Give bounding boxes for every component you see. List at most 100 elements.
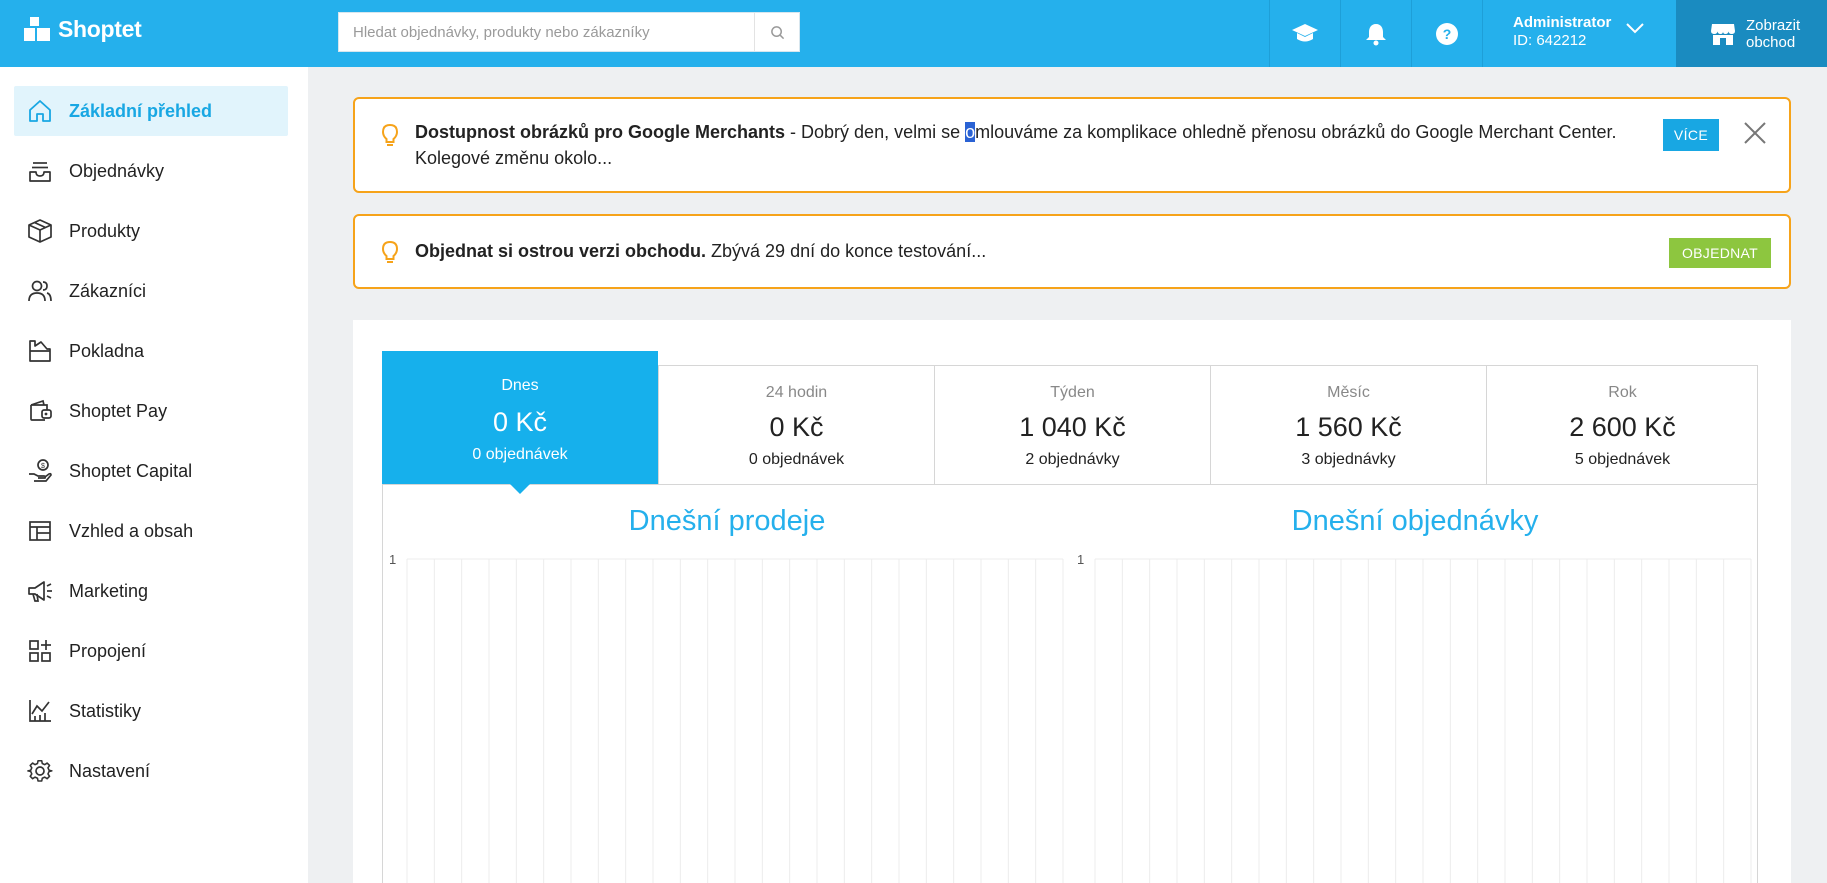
sidebar-item-label: Propojení xyxy=(69,640,147,661)
search-input[interactable] xyxy=(339,13,754,51)
sidebar-item-label: Vzhled a obsah xyxy=(69,520,194,541)
user-id: ID: 642212 xyxy=(1513,32,1587,49)
orders-chart: 1 xyxy=(1077,555,1752,883)
search-button[interactable] xyxy=(754,13,799,51)
sidebar-item-label: Shoptet Pay xyxy=(69,400,168,421)
charts-area: Dnešní prodeje Dnešní objednávky 1 1 xyxy=(382,485,1758,883)
apps-plus-icon xyxy=(29,640,51,662)
chevron-down-icon xyxy=(1626,23,1644,34)
tab-today[interactable]: Dnes 0 Kč 0 objednávek xyxy=(382,351,658,494)
google-merchants-alert: Dostupnost obrázků pro Google Merchants … xyxy=(353,97,1791,193)
sales-overview-card: 24 hodin 0 Kč 0 objednávek Týden 1 040 K… xyxy=(353,320,1791,883)
trial-order-alert: Objednat si ostrou verzi obchodu. Zbývá … xyxy=(353,214,1791,289)
sidebar: Základní přehled Objednávky Produkty Zák… xyxy=(0,67,308,883)
sidebar-item-products[interactable]: Produkty xyxy=(14,206,288,256)
help-icon: ? xyxy=(1436,22,1458,45)
lightbulb-icon xyxy=(381,123,399,146)
tab-title: 24 hodin xyxy=(765,384,828,401)
sidebar-item-label: Shoptet Capital xyxy=(69,460,193,481)
academy-button[interactable] xyxy=(1269,0,1340,67)
tab-count: 0 objednávek xyxy=(472,446,568,463)
sidebar-item-statistics[interactable]: Statistiky xyxy=(14,686,288,736)
alert-message: Zbývá 29 dní do konce testování... xyxy=(706,241,987,261)
tab-24-hours[interactable]: 24 hodin 0 Kč 0 objednávek xyxy=(658,366,934,484)
alert-title: Dostupnost obrázků pro Google Merchants xyxy=(415,122,786,142)
tab-value: 1 560 Kč xyxy=(1295,412,1402,442)
graduation-cap-icon xyxy=(1292,23,1318,41)
layout-icon xyxy=(29,521,51,541)
sidebar-item-cash-register[interactable]: Pokladna xyxy=(14,326,288,376)
tab-title: Týden xyxy=(1050,384,1095,401)
search-box xyxy=(338,12,800,52)
inbox-icon xyxy=(29,162,51,182)
store-label-line2: obchod xyxy=(1746,33,1796,51)
logo-text: Shoptet xyxy=(58,16,142,42)
notifications-button[interactable] xyxy=(1340,0,1411,67)
alert-text: Objednat si ostrou verzi obchodu. Zbývá … xyxy=(415,238,986,264)
sidebar-item-label: Zákazníci xyxy=(69,280,147,301)
alert-message-start: - Dobrý den, velmi se xyxy=(785,122,966,142)
y-tick-label: 1 xyxy=(1077,555,1084,567)
tab-count: 0 objednávek xyxy=(748,451,845,468)
tab-value: 1 040 Kč xyxy=(1019,412,1126,442)
store-icon xyxy=(1711,23,1735,45)
sidebar-item-label: Pokladna xyxy=(69,340,145,361)
sidebar-item-label: Produkty xyxy=(69,220,141,241)
tab-month[interactable]: Měsíc 1 560 Kč 3 objednávky xyxy=(1210,366,1486,484)
user-name: Administrator xyxy=(1513,14,1612,31)
tab-title: Dnes xyxy=(501,377,539,394)
sidebar-item-settings[interactable]: Nastavení xyxy=(14,746,288,796)
tab-count: 3 objednávky xyxy=(1301,451,1396,468)
chart-icon xyxy=(29,700,51,722)
tab-value: 0 Kč xyxy=(492,407,548,437)
tab-count: 5 objednávek xyxy=(1574,451,1671,468)
sidebar-item-integrations[interactable]: Propojení xyxy=(14,626,288,676)
lightbulb-icon xyxy=(381,240,399,263)
svg-text:?: ? xyxy=(1443,26,1452,42)
alert-title: Objednat si ostrou verzi obchodu. xyxy=(415,241,707,261)
bell-icon xyxy=(1366,23,1386,45)
tab-title: Měsíc xyxy=(1327,384,1370,401)
sidebar-item-dashboard[interactable]: Základní přehled xyxy=(14,86,288,136)
store-label-line1: Zobrazit xyxy=(1746,16,1801,34)
sidebar-item-label: Objednávky xyxy=(69,160,165,181)
home-icon xyxy=(29,100,51,122)
tab-week[interactable]: Týden 1 040 Kč 2 objednávky xyxy=(934,366,1210,484)
more-button[interactable]: VÍCE xyxy=(1663,119,1719,151)
user-menu[interactable]: Administrator ID: 642212 xyxy=(1482,0,1676,67)
alert-text: Dostupnost obrázků pro Google Merchants … xyxy=(415,119,1645,171)
sidebar-item-label: Nastavení xyxy=(69,760,151,781)
sidebar-item-shoptet-capital[interactable]: $ Shoptet Capital xyxy=(14,446,288,496)
top-bar: Shoptet ? Administrator ID: 642212 Zobra… xyxy=(0,0,1827,67)
users-icon xyxy=(28,280,52,302)
help-button[interactable]: ? xyxy=(1411,0,1482,67)
sidebar-item-shoptet-pay[interactable]: Shoptet Pay xyxy=(14,386,288,436)
tab-count: 2 objednávky xyxy=(1025,451,1120,468)
gear-icon xyxy=(27,759,53,782)
close-icon[interactable] xyxy=(1743,121,1767,145)
sidebar-item-customers[interactable]: Zákazníci xyxy=(14,266,288,316)
sidebar-item-design-content[interactable]: Vzhled a obsah xyxy=(14,506,288,556)
cash-register-icon xyxy=(29,340,51,362)
sidebar-item-label: Marketing xyxy=(69,580,149,601)
chart-title-sales: Dnešní prodeje xyxy=(628,505,826,537)
sidebar-item-label: Statistiky xyxy=(69,700,142,721)
tab-value: 0 Kč xyxy=(769,412,824,442)
sidebar-item-marketing[interactable]: Marketing xyxy=(14,566,288,616)
sidebar-item-label: Základní přehled xyxy=(69,100,213,121)
megaphone-icon xyxy=(28,581,52,602)
svg-text:$: $ xyxy=(41,463,45,470)
y-tick-label: 1 xyxy=(389,555,396,567)
tab-year[interactable]: Rok 2 600 Kč 5 objednávek xyxy=(1486,366,1758,484)
sidebar-item-orders[interactable]: Objednávky xyxy=(14,146,288,196)
wallet-icon xyxy=(30,399,52,421)
view-store-button[interactable]: Zobrazit obchod xyxy=(1676,0,1827,67)
tab-title: Rok xyxy=(1608,384,1637,401)
search-icon xyxy=(770,25,784,39)
hand-coin-icon: $ xyxy=(29,459,52,482)
sales-chart: 1 xyxy=(389,555,1064,883)
chart-title-orders: Dnešní objednávky xyxy=(1291,505,1539,537)
order-button[interactable]: OBJEDNAT xyxy=(1669,238,1771,268)
shoptet-logo-icon xyxy=(24,16,50,41)
shoptet-logo[interactable]: Shoptet xyxy=(24,16,142,43)
